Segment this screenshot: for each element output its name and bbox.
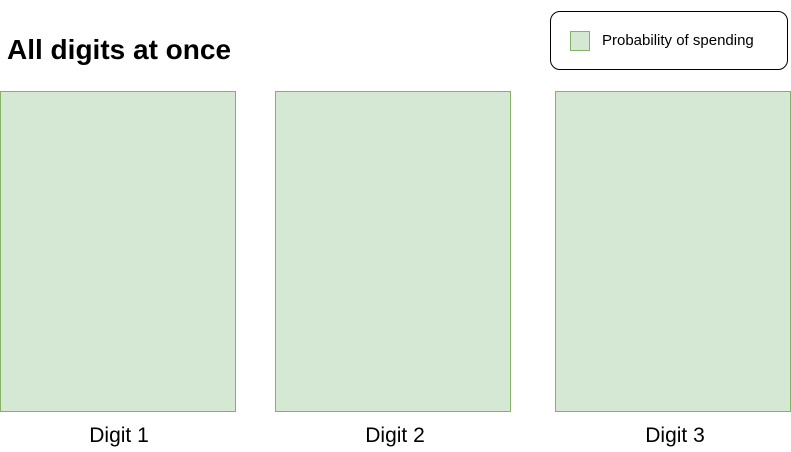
diagram-title: All digits at once [7,34,232,65]
legend-swatch [570,31,590,51]
legend: Probability of spending [550,11,788,70]
digit-3-label: Digit 3 [645,424,705,447]
digit-3-box [555,91,791,412]
legend-label: Probability of spending [602,32,754,49]
digit-1-box [0,91,236,412]
digit-2-label: Digit 2 [365,424,425,447]
digit-2-box [275,91,511,412]
digit-1-label: Digit 1 [89,424,149,447]
